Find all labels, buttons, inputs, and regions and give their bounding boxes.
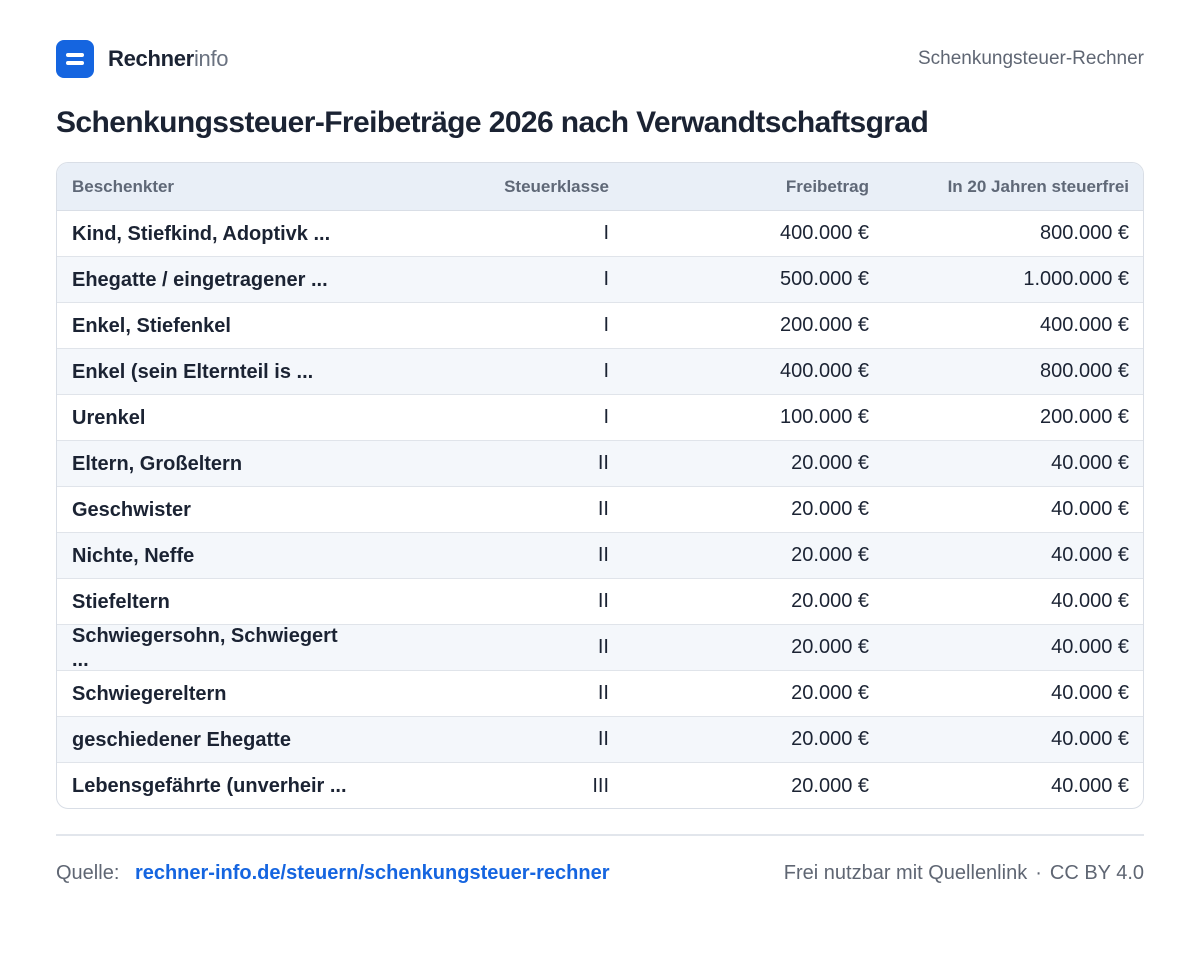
cell-freibetrag: 20.000 € (791, 682, 869, 704)
source-label: Quelle: (56, 861, 120, 884)
cell-zwanzig-jahre: 400.000 € (1040, 314, 1129, 336)
cell-beschenkter: Lebensgefährte (unverheir ... (72, 775, 347, 797)
cell-freibetrag: 20.000 € (791, 774, 869, 797)
cell-beschenkter: Urenkel (72, 406, 146, 429)
license-text: Frei nutzbar mit Quellenlink (783, 861, 1028, 884)
cell-freibetrag: 20.000 € (791, 636, 869, 658)
cell-freibetrag: 20.000 € (791, 590, 869, 612)
table-row: Enkel (sein Elternteil is ... I 400.000 € 8… (57, 349, 1143, 395)
table-row: Enkel, Stiefenkel I 200.000 € 400.000 € (57, 303, 1143, 349)
table-header: Beschenkter Steuerklasse Freibetrag In 2… (57, 163, 1143, 211)
cell-beschenkter: Nichte, Neffe (72, 544, 195, 567)
cell-beschenkter: Ehegatte / eingetragener ... (72, 268, 328, 291)
cell-beschenkter: geschiedener Ehegatte (72, 728, 291, 751)
cell-beschenkter: Stiefeltern (72, 590, 170, 613)
cell-freibetrag: 20.000 € (791, 728, 869, 750)
cell-zwanzig-jahre: 40.000 € (1051, 544, 1129, 566)
cell-beschenkter: Enkel, Stiefenkel (72, 314, 231, 337)
allowance-table: Beschenkter Steuerklasse Freibetrag In 2… (56, 162, 1144, 809)
cell-steuerklasse: II (597, 452, 609, 474)
table-row: Urenkel I 100.000 € 200.000 € (57, 395, 1143, 441)
cell-steuerklasse: II (597, 498, 609, 520)
cell-zwanzig-jahre: 40.000 € (1051, 636, 1129, 658)
cell-beschenkter: Schwiegereltern (72, 682, 227, 705)
cell-steuerklasse: II (597, 728, 609, 750)
cell-freibetrag: 500.000 € (780, 268, 869, 290)
table-row: Geschwister II 20.000 € 40.000 € (57, 487, 1143, 533)
cell-zwanzig-jahre: 800.000 € (1040, 222, 1129, 244)
cell-zwanzig-jahre: 40.000 € (1051, 452, 1129, 474)
table-row: Nichte, Neffe II 20.000 € 40.000 € (57, 533, 1143, 579)
cell-zwanzig-jahre: 40.000 € (1051, 774, 1129, 797)
header: Rechnerinfo Schenkungsteuer-Rechner (56, 40, 1144, 78)
logo-icon (56, 40, 94, 78)
table-row: Kind, Stiefkind, Adoptivk ... I 400.000 € 8… (57, 211, 1143, 257)
cell-beschenkter: Geschwister (72, 498, 191, 521)
cell-zwanzig-jahre: 40.000 € (1051, 590, 1129, 612)
cell-zwanzig-jahre: 800.000 € (1040, 360, 1129, 382)
table-row: Lebensgefährte (unverheir ... III 20.000 €… (57, 763, 1143, 808)
brand[interactable]: Rechnerinfo (56, 40, 229, 78)
brand-strong: Rechner (108, 46, 194, 71)
column-header-freibetrag: Freibetrag (785, 176, 869, 196)
cell-freibetrag: 400.000 € (780, 360, 869, 382)
cell-steuerklasse: I (603, 222, 609, 244)
source: Quelle: rechner-info.de/steuern/schenkun… (56, 862, 610, 885)
cell-steuerklasse: II (597, 636, 609, 658)
license-name: CC BY 4.0 (1049, 861, 1144, 884)
source-link[interactable]: rechner-info.de/steuern/schenkungsteuer-… (135, 862, 610, 884)
cell-zwanzig-jahre: 40.000 € (1051, 498, 1129, 520)
table-row: geschiedener Ehegatte II 20.000 € 40.000 € (57, 717, 1143, 763)
cell-beschenkter: Enkel (sein Elternteil is ... (72, 360, 314, 383)
column-header-beschenkter: Beschenkter (72, 176, 175, 196)
cell-steuerklasse: II (597, 590, 609, 612)
cell-steuerklasse: II (597, 544, 609, 566)
cell-zwanzig-jahre: 40.000 € (1051, 728, 1129, 750)
cell-zwanzig-jahre: 40.000 € (1051, 682, 1129, 704)
cell-zwanzig-jahre: 1.000.000 € (1023, 268, 1129, 290)
footer-divider (56, 834, 1144, 836)
cell-steuerklasse: I (603, 406, 609, 428)
cell-freibetrag: 20.000 € (791, 544, 869, 566)
cell-freibetrag: 400.000 € (780, 222, 869, 244)
brand-wordmark: Rechnerinfo (108, 46, 229, 72)
table-body: Kind, Stiefkind, Adoptivk ... I 400.000 € 8… (57, 211, 1143, 808)
page-title: Schenkungssteuer-Freibeträge 2026 nach V… (56, 106, 929, 139)
table-row: Schwiegersohn, Schwiegert ... II 20.000 € 4… (57, 625, 1143, 671)
page-label: Schenkungsteuer-Rechner (917, 48, 1144, 69)
cell-steuerklasse: I (603, 268, 609, 290)
cell-steuerklasse: II (597, 682, 609, 704)
cell-freibetrag: 20.000 € (791, 452, 869, 474)
column-header-steuerklasse: Steuerklasse (504, 176, 609, 196)
table-row: Ehegatte / eingetragener ... I 500.000 € 1.… (57, 257, 1143, 303)
license-separator: · (1035, 861, 1042, 884)
cell-steuerklasse: I (603, 314, 609, 336)
table-row: Eltern, Großeltern II 20.000 € 40.000 € (57, 441, 1143, 487)
license: Frei nutzbar mit Quellenlink · CC BY 4.0 (784, 862, 1144, 885)
cell-zwanzig-jahre: 200.000 € (1040, 406, 1129, 428)
cell-steuerklasse: I (603, 360, 609, 382)
cell-freibetrag: 100.000 € (780, 406, 869, 428)
cell-freibetrag: 200.000 € (780, 314, 869, 336)
table-row: Schwiegereltern II 20.000 € 40.000 € (57, 671, 1143, 717)
table-row: Stiefeltern II 20.000 € 40.000 € (57, 579, 1143, 625)
cell-steuerklasse: III (592, 774, 609, 797)
brand-light: info (193, 46, 229, 71)
cell-beschenkter: Schwiegersohn, Schwiegert ... (72, 624, 338, 671)
cell-beschenkter: Eltern, Großeltern (72, 452, 243, 475)
cell-freibetrag: 20.000 € (791, 498, 869, 520)
cell-beschenkter: Kind, Stiefkind, Adoptivk ... (72, 222, 331, 245)
footer: Quelle: rechner-info.de/steuern/schenkun… (56, 858, 1144, 888)
column-header-zwanzig-jahre: In 20 Jahren steuerfrei (947, 176, 1129, 196)
